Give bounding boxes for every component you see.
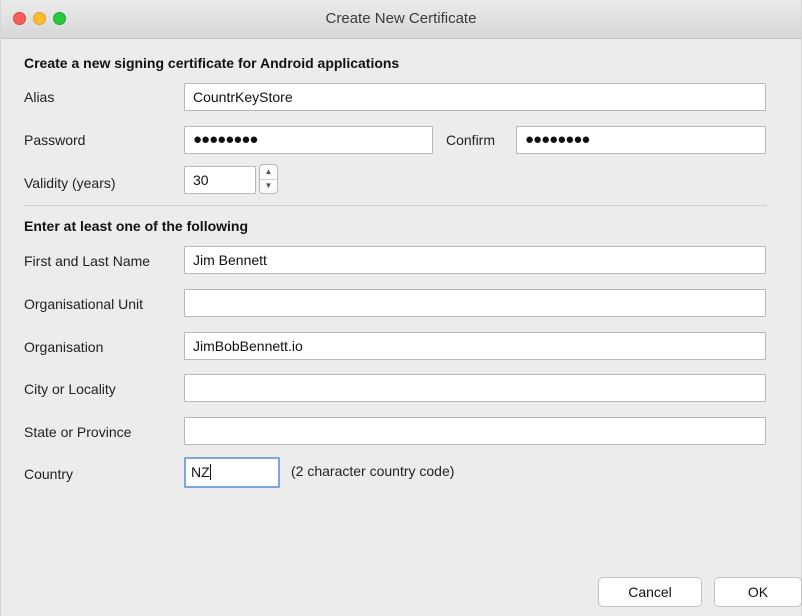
stepper-down-icon[interactable]: ▼: [260, 179, 277, 193]
first-last-name-input-value: Jim Bennett: [193, 252, 267, 268]
alias-input-value: CountrKeyStore: [193, 89, 293, 105]
state-label: State or Province: [24, 424, 132, 440]
org-unit-label: Organisational Unit: [24, 296, 144, 312]
stepper-up-icon[interactable]: ▲: [260, 165, 277, 180]
create-certificate-dialog: Create New Certificate Create a new sign…: [0, 0, 802, 616]
organisation-input[interactable]: JimBobBennett.io: [184, 332, 766, 360]
validity-stepper[interactable]: ▲ ▼: [259, 164, 278, 194]
confirm-input-value: ●●●●●●●●: [525, 131, 590, 148]
confirm-password-input[interactable]: ●●●●●●●●: [516, 126, 766, 154]
password-input[interactable]: ●●●●●●●●: [184, 126, 433, 154]
password-label: Password: [24, 132, 86, 148]
alias-input[interactable]: CountrKeyStore: [184, 83, 766, 111]
alias-label: Alias: [24, 89, 55, 105]
org-unit-input[interactable]: [184, 289, 766, 317]
password-input-value: ●●●●●●●●: [193, 131, 258, 148]
country-label: Country: [24, 466, 74, 482]
validity-input[interactable]: 30: [184, 166, 256, 194]
organisation-input-value: JimBobBennett.io: [193, 338, 303, 354]
ok-button[interactable]: OK: [714, 577, 802, 607]
first-last-name-label: First and Last Name: [24, 253, 151, 269]
city-input[interactable]: [184, 374, 766, 402]
country-hint: (2 character country code): [291, 463, 455, 479]
signing-section-heading: Create a new signing certificate for And…: [24, 55, 400, 71]
title-bar[interactable]: Create New Certificate: [1, 0, 801, 39]
country-input-value: NZ: [191, 464, 210, 480]
country-input[interactable]: NZ: [184, 457, 280, 488]
city-label: City or Locality: [24, 381, 116, 397]
state-input[interactable]: [184, 417, 766, 445]
first-last-name-input[interactable]: Jim Bennett: [184, 246, 766, 274]
identity-section-heading: Enter at least one of the following: [24, 218, 249, 234]
confirm-label: Confirm: [446, 132, 496, 148]
organisation-label: Organisation: [24, 339, 104, 355]
validity-label: Validity (years): [24, 175, 116, 191]
cancel-button[interactable]: Cancel: [598, 577, 702, 607]
window-title: Create New Certificate: [325, 10, 477, 27]
validity-input-value: 30: [193, 172, 209, 188]
text-caret: [209, 464, 211, 480]
section-divider: [24, 205, 767, 206]
